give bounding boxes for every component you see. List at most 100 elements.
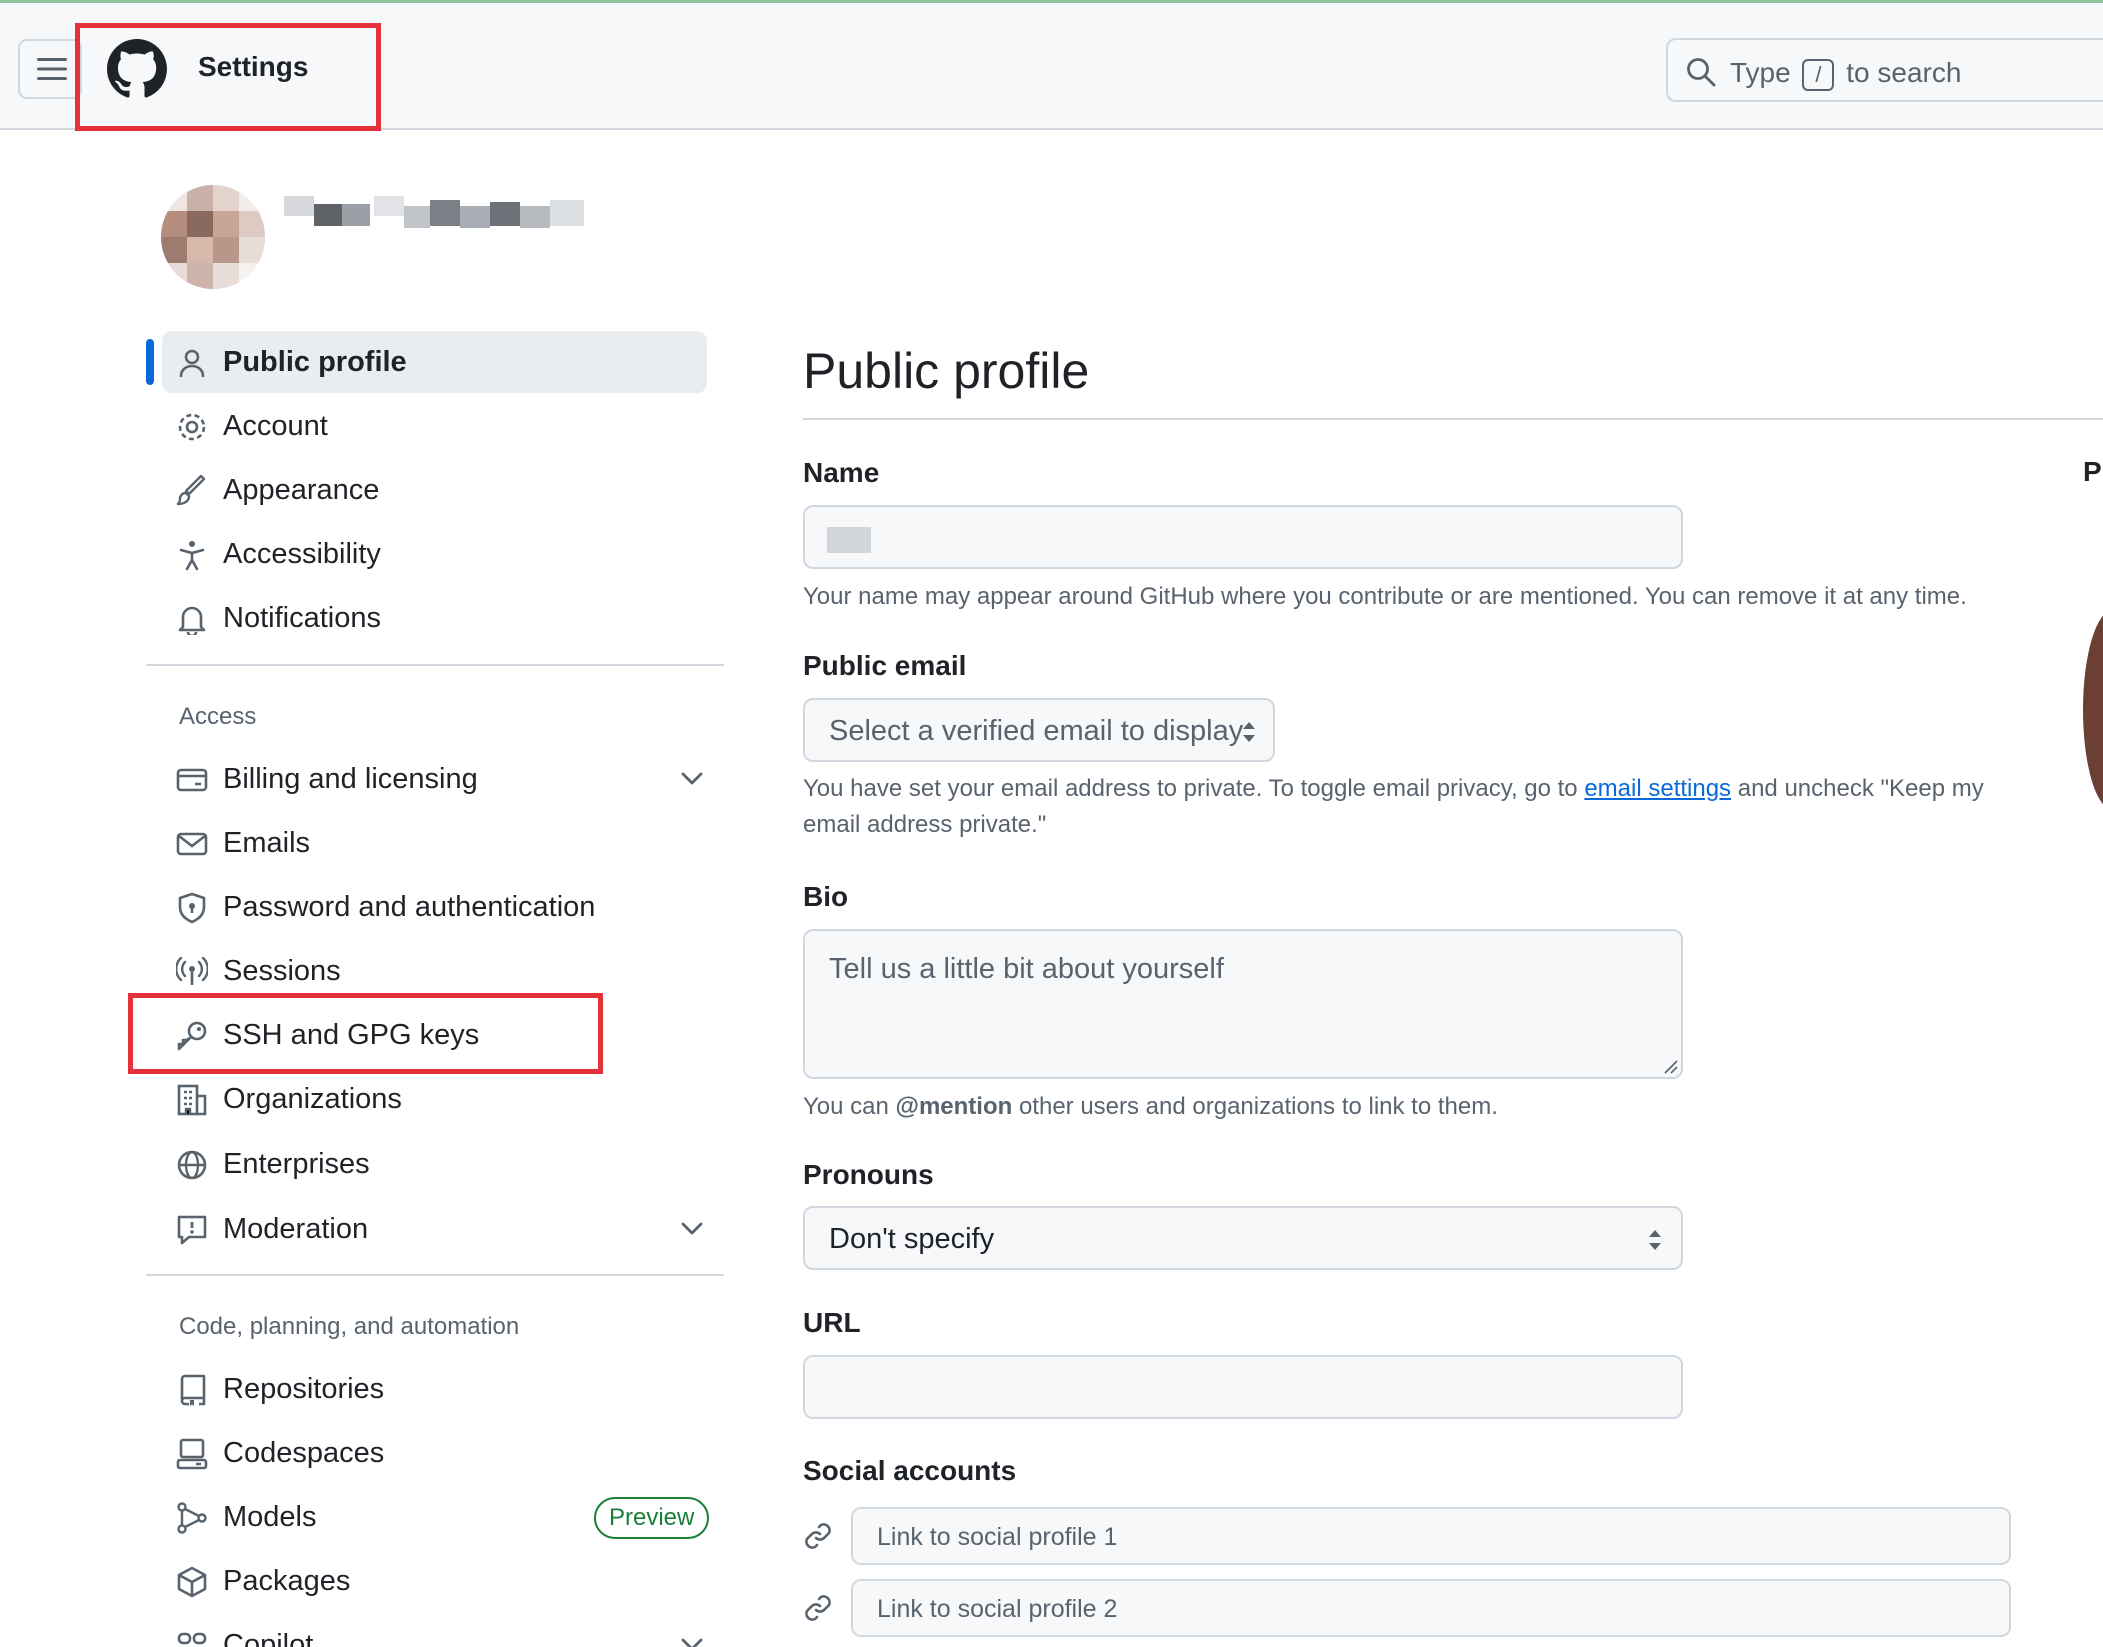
account-subtitle-redacted xyxy=(284,248,564,278)
bio-placeholder: Tell us a little bit about yourself xyxy=(829,953,1224,985)
search-placeholder: Type / to search xyxy=(1730,57,1961,91)
name-help-text: Your name may appear around GitHub where… xyxy=(803,583,1967,610)
sidebar-item-emails[interactable]: Emails xyxy=(162,812,707,874)
copilot-icon xyxy=(177,1632,207,1645)
sidebar-item-appearance[interactable]: Appearance xyxy=(162,459,707,521)
sidebar-item-label: Moderation xyxy=(223,1213,369,1245)
bell-icon xyxy=(178,606,206,635)
public-email-label: Public email xyxy=(803,650,967,681)
sidebar-item-moderation[interactable]: Moderation xyxy=(162,1198,707,1260)
public-email-help-text: You have set your email address to priva… xyxy=(803,771,2003,843)
search-suffix: to search xyxy=(1846,57,1962,88)
pronouns-label: Pronouns xyxy=(803,1159,934,1190)
search-input[interactable]: Type / to search xyxy=(1666,38,2103,102)
sidebar-item-label: Public profile xyxy=(223,346,407,378)
menu-button[interactable] xyxy=(18,39,82,99)
email-settings-link[interactable]: email settings xyxy=(1584,775,1731,802)
profile-picture-label-cut: Pr xyxy=(2083,456,2103,487)
sidebar-item-label: Accessibility xyxy=(223,538,381,570)
sidebar-section-heading: Access xyxy=(179,703,257,730)
select-arrows-icon xyxy=(1243,722,1255,742)
sidebar-item-organizations[interactable]: Organizations xyxy=(162,1068,707,1130)
credit-card-icon xyxy=(176,768,208,792)
sidebar-divider xyxy=(146,664,724,666)
url-field[interactable] xyxy=(803,1355,1683,1419)
sidebar-item-label: Emails xyxy=(223,827,311,859)
sidebar-item-label: Password and authentication xyxy=(223,891,596,923)
sidebar-item-label: Notifications xyxy=(223,602,381,634)
sidebar-item-label: Appearance xyxy=(223,474,380,506)
social-profile-2-field[interactable]: Link to social profile 2 xyxy=(851,1579,2011,1637)
profile-picture-cut[interactable] xyxy=(2083,610,2103,810)
repo-icon xyxy=(180,1374,206,1406)
social-account-row: Link to social profile 1 xyxy=(803,1507,2013,1565)
accessibility-icon xyxy=(179,541,205,571)
sidebar-section-heading: Code, planning, and automation xyxy=(179,1313,520,1340)
select-arrows-icon xyxy=(1649,1230,1661,1250)
public-email-select-value: Select a verified email to display xyxy=(829,715,1244,747)
sidebar-item-public-profile[interactable]: Public profile xyxy=(146,331,707,393)
social-profile-1-placeholder: Link to social profile 1 xyxy=(877,1523,1118,1551)
bio-help-before: You can xyxy=(803,1093,889,1120)
avatar[interactable] xyxy=(161,185,265,289)
sidebar-item-label: Packages xyxy=(223,1565,351,1597)
link-icon xyxy=(805,1595,831,1621)
sidebar-item-account[interactable]: Account xyxy=(162,395,707,457)
resize-grip-icon[interactable] xyxy=(1662,1058,1678,1074)
codespaces-icon xyxy=(176,1438,208,1470)
bio-help-after: other users and organizations to link to… xyxy=(1018,1093,1498,1120)
sidebar-item-codespaces[interactable]: Codespaces xyxy=(162,1422,707,1484)
slash-key-hint: / xyxy=(1802,58,1835,91)
shield-lock-icon xyxy=(178,892,206,924)
sidebar-item-billing[interactable]: Billing and licensing xyxy=(162,748,707,810)
sidebar-item-label: Billing and licensing xyxy=(223,763,478,795)
bio-help-mention: @mention xyxy=(895,1093,1013,1120)
name-field[interactable] xyxy=(803,505,1683,569)
sidebar-item-copilot[interactable]: Copilot xyxy=(162,1614,707,1647)
preview-badge: Preview xyxy=(594,1497,710,1539)
social-account-row: Link to social profile 2 xyxy=(803,1579,2013,1637)
settings-highlight-box xyxy=(75,23,381,131)
public-email-select[interactable]: Select a verified email to display xyxy=(803,698,1275,762)
sidebar-item-packages[interactable]: Packages xyxy=(162,1550,707,1612)
sidebar-item-notifications[interactable]: Notifications xyxy=(162,587,707,649)
pronouns-select-value: Don't specify xyxy=(829,1223,995,1255)
sidebar-item-label: Account xyxy=(223,410,328,442)
page-title: Public profile xyxy=(803,343,1090,399)
email-help-before: You have set your email address to priva… xyxy=(803,775,1578,802)
social-profile-1-field[interactable]: Link to social profile 1 xyxy=(851,1507,2011,1565)
sidebar-item-models[interactable]: Models Preview xyxy=(162,1486,710,1548)
sidebar-item-label: Sessions xyxy=(223,955,341,987)
broadcast-icon xyxy=(176,956,208,985)
package-icon xyxy=(177,1566,207,1598)
name-label: Name xyxy=(803,457,880,488)
chevron-down-icon[interactable] xyxy=(680,1636,704,1647)
bio-label: Bio xyxy=(803,881,849,912)
pronouns-select[interactable]: Don't specify xyxy=(803,1206,1683,1270)
organization-icon xyxy=(177,1084,207,1116)
ssh-keys-highlight-box xyxy=(128,993,603,1074)
chevron-down-icon[interactable] xyxy=(680,1220,704,1236)
bio-help-text: You can @mention other users and organiz… xyxy=(803,1089,1498,1125)
paintbrush-icon xyxy=(176,475,206,506)
mail-icon xyxy=(176,832,208,856)
username-redacted xyxy=(284,196,586,236)
search-prefix: Type xyxy=(1730,57,1791,88)
gear-icon xyxy=(178,413,206,441)
models-icon xyxy=(177,1502,207,1534)
title-divider xyxy=(803,418,2103,420)
social-accounts-label: Social accounts xyxy=(803,1455,1017,1486)
search-icon xyxy=(1687,58,1716,87)
sidebar-item-accessibility[interactable]: Accessibility xyxy=(162,523,707,585)
sidebar-item-label: Enterprises xyxy=(223,1148,370,1180)
sidebar-item-password-authentication[interactable]: Password and authentication xyxy=(162,876,707,938)
sidebar-item-label: Organizations xyxy=(223,1083,402,1115)
sidebar-item-repositories[interactable]: Repositories xyxy=(162,1358,707,1420)
report-icon xyxy=(177,1215,207,1245)
chevron-down-icon[interactable] xyxy=(680,770,704,786)
sidebar-divider xyxy=(146,1274,724,1276)
hamburger-icon xyxy=(37,58,67,80)
sidebar-item-enterprises[interactable]: Enterprises xyxy=(162,1133,707,1195)
sidebar-item-label: Models xyxy=(223,1501,317,1533)
bio-textarea[interactable]: Tell us a little bit about yourself xyxy=(803,929,1683,1079)
